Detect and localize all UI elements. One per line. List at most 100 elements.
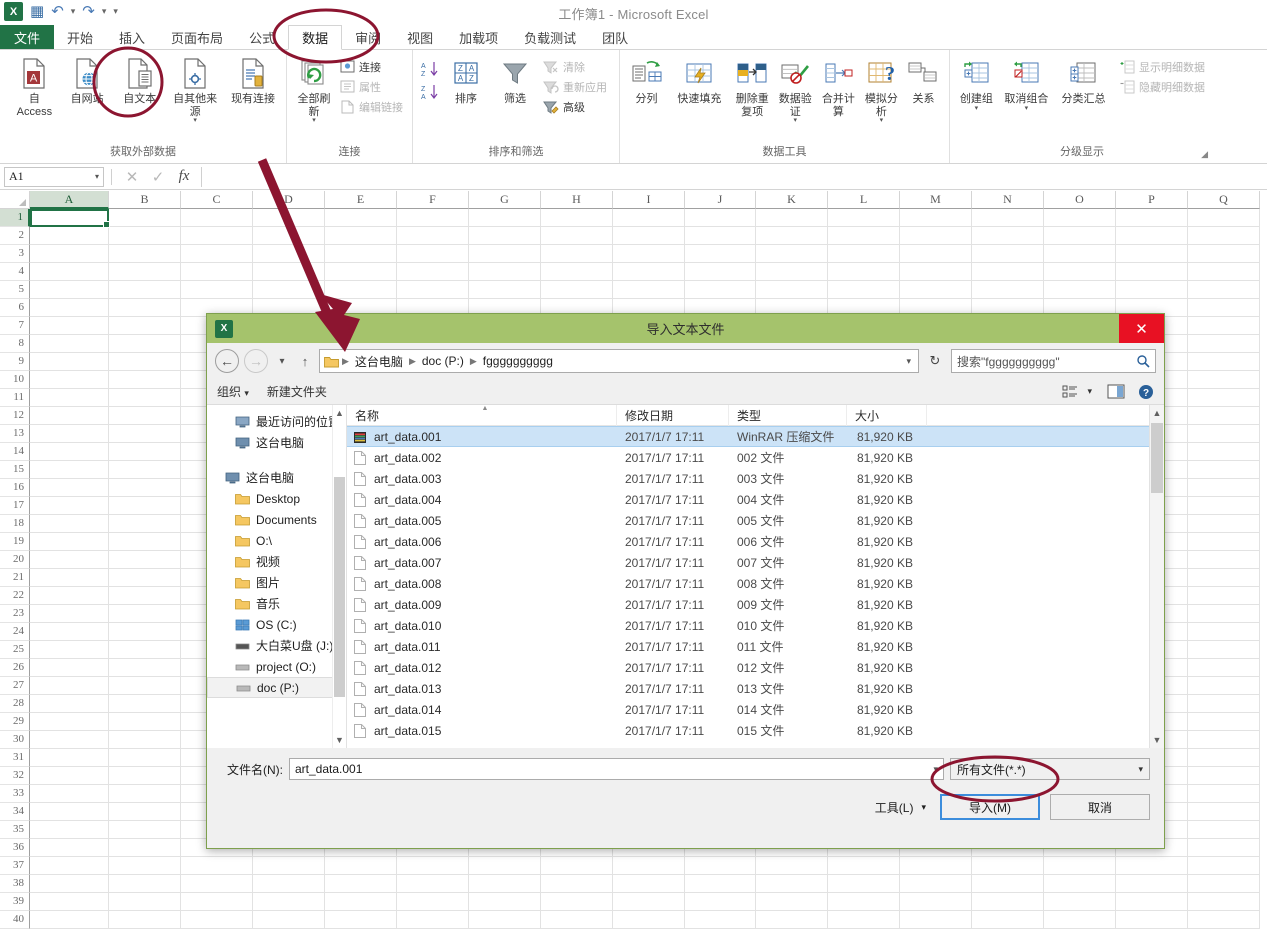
grid-cell[interactable] [30,623,109,641]
grid-cell[interactable] [828,263,900,281]
properties-button[interactable]: 属性 [337,78,406,96]
grid-cell[interactable] [756,281,828,299]
grid-cell[interactable] [109,533,181,551]
grid-row[interactable] [30,227,1267,245]
file-name-cell[interactable]: art_data.003 [347,471,617,487]
row-header-14[interactable]: 14 [0,443,30,461]
view-caret-icon[interactable]: ▾ [1087,386,1092,397]
grid-cell[interactable] [397,875,469,893]
grid-cell[interactable] [1188,497,1260,515]
grid-cell[interactable] [30,299,109,317]
row-header-7[interactable]: 7 [0,317,30,335]
row-header-23[interactable]: 23 [0,605,30,623]
grid-cell[interactable] [109,317,181,335]
grid-cell[interactable] [1044,893,1116,911]
grid-cell[interactable] [1188,749,1260,767]
grid-cell[interactable] [109,245,181,263]
row-header-27[interactable]: 27 [0,677,30,695]
grid-cell[interactable] [469,857,541,875]
grid-cell[interactable] [109,515,181,533]
grid-cell[interactable] [325,209,397,227]
file-name-cell[interactable]: art_data.010 [347,618,617,634]
nav-item-0[interactable]: 这台电脑 [207,467,346,488]
grid-cell[interactable] [30,263,109,281]
file-row[interactable]: art_data.010 2017/1/7 17:11 010 文件 81,920 K… [347,615,1164,636]
grid-row[interactable] [30,245,1267,263]
grid-cell[interactable] [541,281,613,299]
grid-cell[interactable] [1116,875,1188,893]
organize-button[interactable]: 组织 ▾ [217,383,249,400]
grid-cell[interactable] [756,209,828,227]
nav-scroll-down-icon[interactable]: ▼ [335,732,344,748]
grid-cell[interactable] [181,263,253,281]
grid-cell[interactable] [900,857,972,875]
grid-cell[interactable] [397,263,469,281]
grid-cell[interactable] [109,335,181,353]
refresh-icon[interactable]: ↻ [924,349,946,373]
grid-cell[interactable] [1188,227,1260,245]
close-icon[interactable]: ✕ [1119,314,1164,343]
grid-cell[interactable] [325,875,397,893]
grid-cell[interactable] [469,893,541,911]
grid-cell[interactable] [30,281,109,299]
grid-cell[interactable] [1188,569,1260,587]
grid-cell[interactable] [828,281,900,299]
grid-cell[interactable] [1116,281,1188,299]
ribbon-tabs[interactable]: 文件 开始 插入 页面布局 公式 数据 审阅 视图 加载项 负载测试 团队 [0,25,1267,50]
grid-cell[interactable] [109,227,181,245]
grid-cell[interactable] [1188,389,1260,407]
nav-item-8[interactable]: 大白菜U盘 (J:) [207,635,346,656]
grid-cell[interactable] [613,875,685,893]
grid-cell[interactable] [109,389,181,407]
grid-cell[interactable] [1188,605,1260,623]
row-header-34[interactable]: 34 [0,803,30,821]
grid-cell[interactable] [30,767,109,785]
grid-cell[interactable] [109,821,181,839]
grid-cell[interactable] [30,407,109,425]
nav-item-3[interactable]: O:\ [207,530,346,551]
preview-pane-icon[interactable] [1107,384,1125,399]
grid-cell[interactable] [756,245,828,263]
grid-cell[interactable] [109,857,181,875]
grid-cell[interactable] [1188,353,1260,371]
grid-cell[interactable] [900,245,972,263]
subtotal-button[interactable]: 分类汇总 [1056,54,1111,106]
file-name-cell[interactable]: art_data.006 [347,534,617,550]
grid-cell[interactable] [972,875,1044,893]
grid-cell[interactable] [109,281,181,299]
grid-cell[interactable] [1188,515,1260,533]
row-header-33[interactable]: 33 [0,785,30,803]
help-icon[interactable]: ? [1138,384,1154,400]
grid-cell[interactable] [109,263,181,281]
grid-cell[interactable] [1044,281,1116,299]
row-header-2[interactable]: 2 [0,227,30,245]
grid-cell[interactable] [30,641,109,659]
grid-cell[interactable] [972,209,1044,227]
grid-cell[interactable] [900,875,972,893]
grid-cell[interactable] [109,551,181,569]
organize-caret-icon[interactable]: ▾ [244,388,249,398]
grid-cell[interactable] [1188,803,1260,821]
grid-cell[interactable] [30,371,109,389]
grid-cell[interactable] [109,911,181,929]
grid-cell[interactable] [1188,533,1260,551]
row-header-17[interactable]: 17 [0,497,30,515]
grid-cell[interactable] [109,803,181,821]
grid-cell[interactable] [30,839,109,857]
what-if-analysis-caret-icon[interactable]: ▾ [880,117,884,124]
grid-cell[interactable] [469,263,541,281]
grid-cell[interactable] [30,317,109,335]
grid-cell[interactable] [30,605,109,623]
column-header-L[interactable]: L [828,191,900,209]
grid-cell[interactable] [685,227,756,245]
select-all-corner[interactable] [0,191,30,209]
filter-button[interactable]: 筛选 [493,54,537,106]
grid-cell[interactable] [181,875,253,893]
grid-cell[interactable] [1116,857,1188,875]
refresh-all-button[interactable]: 全部刷新 ▾ [293,54,335,124]
grid-cell[interactable] [1188,839,1260,857]
grid-cell[interactable] [1044,209,1116,227]
row-header-38[interactable]: 38 [0,875,30,893]
show-detail-button[interactable]: 显示明细数据 [1116,58,1208,76]
ungroup-caret-icon[interactable]: ▾ [1025,105,1029,112]
